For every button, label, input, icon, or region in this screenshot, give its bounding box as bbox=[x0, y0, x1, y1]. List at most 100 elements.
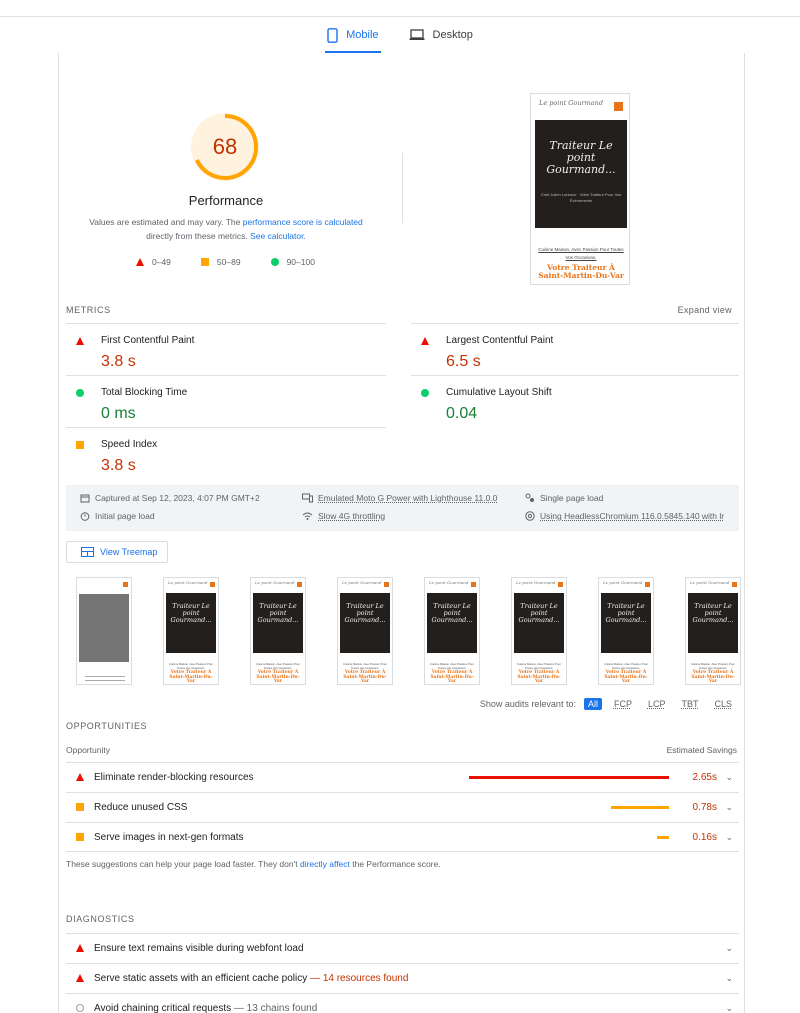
treemap-icon bbox=[81, 547, 94, 557]
frame-headline: Votre Traiteur À Saint-Martin-Du-Var bbox=[691, 670, 735, 684]
filter-fcp[interactable]: FCP bbox=[610, 698, 636, 710]
opportunity-next-gen-images[interactable]: Serve images in next-gen formats 0.16s ⌄ bbox=[66, 822, 739, 852]
metric-value: 0.04 bbox=[446, 405, 478, 422]
score-calculated-link[interactable]: performance score is calculated bbox=[243, 217, 363, 227]
filter-lcp[interactable]: LCP bbox=[644, 698, 670, 710]
note-text-2: directly from these metrics. bbox=[146, 231, 251, 241]
score-legend: 0–49 50–89 90–100 bbox=[136, 257, 315, 267]
frame-line bbox=[85, 676, 125, 677]
frame-hero: Traiteur Le point Gourmand... bbox=[340, 593, 390, 653]
frame-logo: Le point Gourmand bbox=[603, 580, 643, 585]
fail-icon bbox=[421, 337, 429, 345]
phone-icon bbox=[327, 27, 338, 43]
frame-headline: Votre Traiteur À Saint-Martin-Du-Var bbox=[256, 670, 300, 684]
menu-icon bbox=[297, 582, 302, 587]
preview-hero-title: Traiteur Le point Gourmand... bbox=[546, 139, 616, 176]
frame-headline: Votre Traiteur À Saint-Martin-Du-Var bbox=[517, 670, 561, 684]
metric-divider bbox=[66, 427, 386, 428]
tab-mobile[interactable]: Mobile bbox=[325, 17, 381, 53]
frame-headline: Votre Traiteur À Saint-Martin-Du-Var bbox=[343, 670, 387, 684]
savings-bar bbox=[657, 836, 669, 839]
metric-lcp: Largest Contentful Paint 6.5 s bbox=[411, 327, 711, 379]
filmstrip-frame: Le point Gourmand Traiteur Le point Gourm… bbox=[424, 577, 480, 685]
opportunity-render-blocking[interactable]: Eliminate render-blocking resources 2.65… bbox=[66, 762, 739, 792]
filter-all[interactable]: All bbox=[583, 698, 602, 710]
frame-hero: Traiteur Le point Gourmand... bbox=[688, 593, 738, 653]
session-icon bbox=[525, 493, 534, 502]
average-icon bbox=[76, 441, 84, 449]
diagnostic-cache-policy[interactable]: Serve static assets with an efficient ca… bbox=[66, 963, 739, 993]
see-calculator-link[interactable]: See calculator. bbox=[250, 231, 306, 241]
frame-headline: Votre Traiteur À Saint-Martin-Du-Var bbox=[604, 670, 648, 684]
tab-desktop[interactable]: Desktop bbox=[407, 17, 475, 53]
opportunity-title: Eliminate render-blocking resources bbox=[94, 772, 254, 783]
frame-hero: Traiteur Le point Gourmand... bbox=[166, 593, 216, 653]
pass-icon bbox=[421, 389, 429, 397]
metric-name: Total Blocking Time bbox=[101, 387, 188, 398]
devices-icon bbox=[302, 493, 313, 503]
view-treemap-label: View Treemap bbox=[100, 547, 158, 557]
frame-hero: Traiteur Le point Gourmand... bbox=[514, 593, 564, 653]
tab-mobile-label: Mobile bbox=[346, 29, 379, 41]
legend-fail-label: 0–49 bbox=[152, 257, 171, 267]
captured-at: Captured at Sep 12, 2023, 4:07 PM GMT+2 bbox=[80, 493, 260, 503]
diagnostic-webfont[interactable]: Ensure text remains visible during webfo… bbox=[66, 933, 739, 963]
legend-fail: 0–49 bbox=[136, 257, 171, 267]
opportunity-savings: 0.16s bbox=[692, 832, 717, 843]
expand-view-button[interactable]: Expand view bbox=[678, 305, 732, 315]
vertical-divider bbox=[402, 153, 403, 223]
chrome-icon bbox=[525, 511, 535, 521]
legend-pass-label: 90–100 bbox=[286, 257, 315, 267]
metric-divider bbox=[66, 323, 386, 324]
diagnostic-extra: — 14 resources found bbox=[307, 973, 409, 984]
diagnostic-extra: — 13 chains found bbox=[231, 1003, 318, 1013]
audit-filter: Show audits relevant to: All FCP LCP TBT… bbox=[480, 698, 736, 710]
frame-logo: Le point Gourmand bbox=[690, 580, 730, 585]
preview-logo: Le point Gourmand bbox=[539, 99, 604, 107]
metric-divider bbox=[66, 375, 386, 376]
filter-cls[interactable]: CLS bbox=[710, 698, 736, 710]
filter-tbt[interactable]: TBT bbox=[677, 698, 702, 710]
frame-hero-title: Traiteur Le point Gourmand... bbox=[170, 602, 212, 624]
opportunity-unused-css[interactable]: Reduce unused CSS 0.78s ⌄ bbox=[66, 792, 739, 822]
average-icon bbox=[76, 803, 84, 811]
frame-subtitle: Cuisine Maison, Avec Passion Pour Toutes… bbox=[603, 662, 649, 670]
performance-score: 68 bbox=[212, 134, 238, 159]
metric-value: 3.8 s bbox=[101, 457, 136, 474]
frame-hero-title: Traiteur Le point Gourmand... bbox=[257, 602, 299, 624]
final-screenshot[interactable]: Le point Gourmand Traiteur Le point Gour… bbox=[530, 93, 630, 285]
metric-value: 6.5 s bbox=[446, 353, 481, 370]
menu-icon bbox=[614, 102, 623, 111]
metric-divider bbox=[411, 375, 739, 376]
filmstrip-frame: Le point Gourmand Traiteur Le point Gourm… bbox=[511, 577, 567, 685]
preview-headline: Votre Traiteur À Saint-Martin-Du-Var bbox=[538, 263, 624, 280]
diagnostic-critical-requests[interactable]: Avoid chaining critical requests — 13 ch… bbox=[66, 993, 739, 1013]
frame-logo: Le point Gourmand bbox=[342, 580, 382, 585]
frame-subtitle: Cuisine Maison, Avec Passion Pour Toutes… bbox=[255, 662, 301, 670]
directly-affect-link[interactable]: directly affect bbox=[300, 859, 350, 869]
session-text: Single page load bbox=[540, 493, 604, 503]
frame-logo: Le point Gourmand bbox=[429, 580, 469, 585]
browser-info[interactable]: Using HeadlessChromium 116.0.5845.140 wi… bbox=[525, 511, 724, 521]
fail-icon bbox=[136, 258, 144, 266]
fail-icon bbox=[76, 974, 84, 982]
view-treemap-button[interactable]: View Treemap bbox=[66, 541, 168, 563]
filmstrip-frame: Le point Gourmand Traiteur Le point Gourm… bbox=[163, 577, 219, 685]
frame-hero-title: Traiteur Le point Gourmand... bbox=[344, 602, 386, 624]
performance-gauge: 68 bbox=[191, 113, 259, 181]
diagnostic-title-text: Ensure text remains visible during webfo… bbox=[94, 943, 304, 954]
chevron-down-icon: ⌄ bbox=[725, 772, 733, 782]
frame-logo: Le point Gourmand bbox=[516, 580, 556, 585]
footnote-text-1: These suggestions can help your page loa… bbox=[66, 859, 300, 869]
opportunities-footnote: These suggestions can help your page loa… bbox=[66, 859, 441, 869]
throttling-info[interactable]: Slow 4G throttling bbox=[302, 511, 385, 521]
preview-subtitle: Cuisine Maison, Avec Passion Pour Toutes… bbox=[538, 247, 624, 260]
legend-average: 50–89 bbox=[200, 257, 241, 267]
chevron-down-icon: ⌄ bbox=[725, 802, 733, 812]
menu-icon bbox=[558, 582, 563, 587]
performance-note: Values are estimated and may vary. The p… bbox=[76, 215, 376, 243]
filmstrip-frame: Le point Gourmand Traiteur Le point Gourm… bbox=[337, 577, 393, 685]
device-info[interactable]: Emulated Moto G Power with Lighthouse 11… bbox=[302, 493, 497, 503]
frame-line bbox=[85, 680, 125, 681]
captured-text: Captured at Sep 12, 2023, 4:07 PM GMT+2 bbox=[95, 493, 260, 503]
